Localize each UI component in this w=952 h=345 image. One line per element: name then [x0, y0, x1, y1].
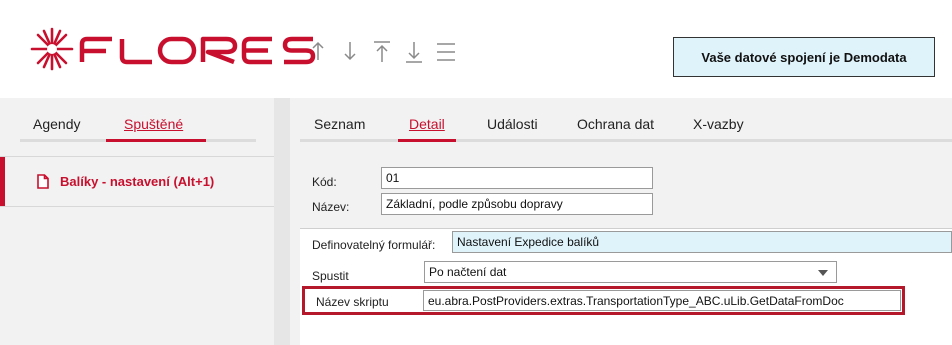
nazev-skriptu-label: Název skriptu — [316, 295, 389, 309]
tab-detail[interactable]: Detail — [409, 116, 445, 132]
divider — [300, 228, 952, 229]
arrow-last-icon[interactable] — [398, 40, 430, 70]
active-tab-indicator — [398, 139, 456, 142]
active-accent-bar — [0, 157, 5, 206]
tab-x-vazby[interactable]: X-vazby — [693, 116, 744, 132]
flores-logo — [30, 27, 316, 71]
nazev-input[interactable]: Základní, podle způsobu dopravy — [381, 193, 653, 215]
kod-label: Kód: — [312, 175, 337, 189]
running-item-baliky[interactable]: Balíky - nastavení (Alt+1) — [0, 157, 274, 206]
running-item-label: Balíky - nastavení (Alt+1) — [60, 174, 215, 189]
arrow-down-icon[interactable] — [334, 40, 366, 70]
tab-agendy[interactable]: Agendy — [33, 116, 80, 132]
record-navigation — [302, 40, 462, 70]
active-tab-indicator — [106, 139, 206, 142]
spustit-select[interactable]: Po načtení dat — [424, 261, 837, 283]
spustit-label: Spustit — [312, 269, 349, 283]
chevron-down-icon[interactable] — [818, 270, 828, 276]
tab-seznam[interactable]: Seznam — [314, 116, 365, 132]
connection-info-box[interactable]: Vaše datové spojení je Demodata — [673, 37, 935, 77]
tab-ochrana-dat[interactable]: Ochrana dat — [577, 116, 654, 132]
definovatelny-formular-input[interactable]: Nastavení Expedice balíků — [452, 231, 952, 253]
nazev-skriptu-input[interactable]: eu.abra.PostProviders.extras.Transportat… — [423, 290, 901, 311]
arrow-first-icon[interactable] — [366, 40, 398, 70]
divider — [0, 206, 274, 207]
menu-icon[interactable] — [430, 40, 462, 70]
panel-splitter[interactable] — [274, 98, 290, 345]
detail-panel: Seznam Detail Události Ochrana dat X-vaz… — [290, 98, 952, 345]
left-tabs: Agendy Spuštěné — [0, 98, 274, 142]
tab-spustene[interactable]: Spuštěné — [124, 116, 183, 132]
left-panel: Agendy Spuštěné Balíky - nastavení (Alt+… — [0, 98, 274, 345]
document-icon — [37, 174, 49, 193]
definovatelny-formular-label: Definovatelný formulář: — [312, 238, 436, 252]
app-header: Vaše datové spojení je Demodata — [0, 0, 952, 98]
spustit-value: Po načtení dat — [429, 265, 507, 279]
kod-input[interactable]: 01 — [381, 167, 653, 189]
nazev-label: Název: — [312, 200, 350, 214]
tab-udalosti[interactable]: Události — [487, 116, 538, 132]
arrow-up-icon[interactable] — [302, 40, 334, 70]
